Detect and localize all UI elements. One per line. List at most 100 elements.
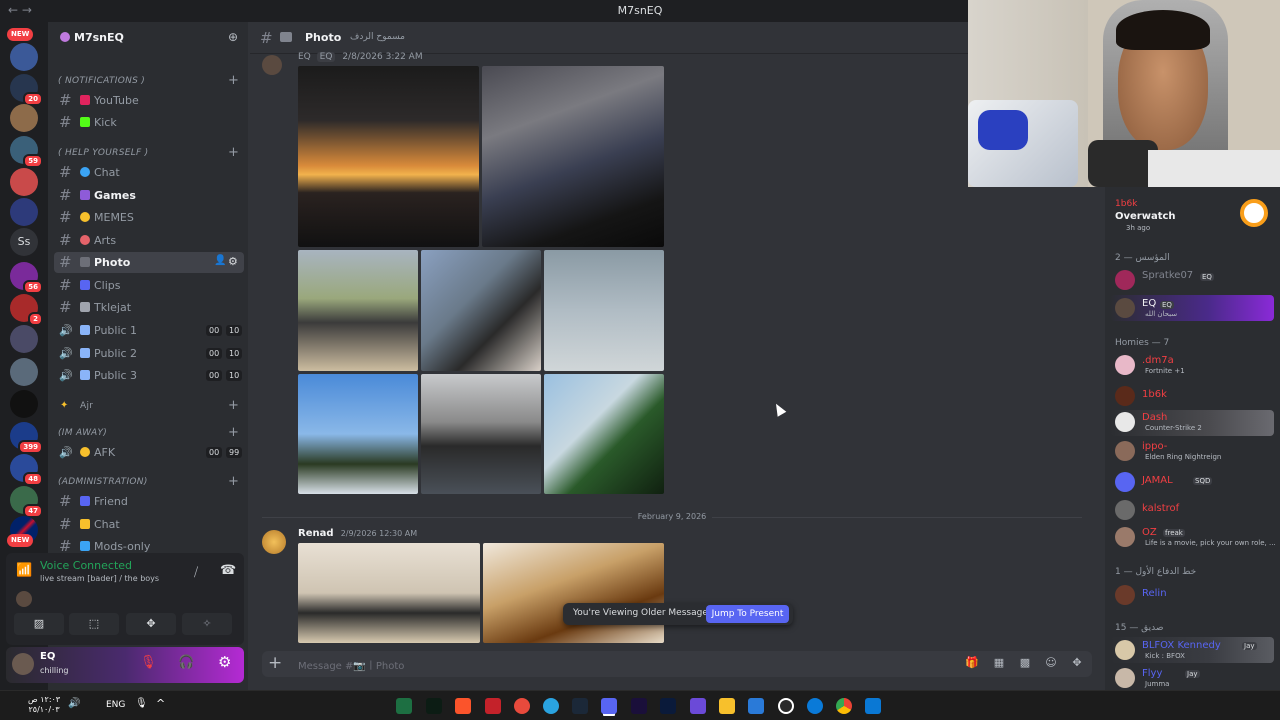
channel-public-1[interactable]: 🔊 Public 1 00 10 — [54, 320, 244, 341]
plus-icon[interactable]: + — [228, 73, 239, 88]
server-icon[interactable]: 59 — [10, 136, 43, 168]
server-icon[interactable] — [10, 43, 38, 71]
server-icon[interactable] — [10, 325, 38, 353]
steam-icon[interactable] — [572, 698, 588, 714]
member[interactable]: Relin — [1115, 585, 1275, 609]
server-icon[interactable] — [10, 104, 38, 132]
mic-icon[interactable]: 🎙 — [135, 698, 148, 709]
channel-admin-chat[interactable]: # Chat — [54, 514, 244, 535]
soundboard-button[interactable]: ✧ — [182, 613, 232, 635]
server-icon[interactable]: 47 — [10, 486, 43, 518]
category-away[interactable]: (IM AWAY) — [58, 428, 107, 438]
channel-kick[interactable]: # Kick — [54, 112, 244, 133]
channel-topic[interactable]: مسموح الردف — [350, 32, 405, 42]
add-member-icon[interactable]: 👤 — [214, 255, 226, 266]
adobe-icon[interactable] — [485, 698, 501, 714]
channel-memes[interactable]: # MEMES — [54, 207, 244, 228]
clock[interactable]: ١٢:٠٣ ص ٢٥/١٠/٠٣ — [28, 695, 60, 715]
plus-icon[interactable]: + — [228, 425, 239, 440]
camera-button[interactable]: ▨ — [14, 613, 64, 635]
plus-icon[interactable]: + — [228, 474, 239, 489]
app-icon[interactable] — [514, 698, 530, 714]
headset-off-icon[interactable]: 🎧 — [178, 655, 194, 670]
avatar[interactable] — [12, 653, 34, 675]
sticker-icon[interactable]: ▩ — [1018, 656, 1032, 670]
jump-to-present-button[interactable]: Jump To Present — [706, 605, 789, 623]
photo-sculpture[interactable] — [421, 374, 541, 494]
plus-icon[interactable]: + — [228, 145, 239, 160]
member[interactable]: BLFOX Kennedy Jay Kick : BFOX — [1115, 640, 1275, 664]
member[interactable]: Dash Counter-Strike 2 — [1115, 412, 1275, 436]
photo-palm-leaves[interactable] — [544, 374, 664, 494]
avatar[interactable] — [16, 591, 32, 607]
emoji-icon[interactable]: ☺ — [1044, 656, 1058, 670]
channel-mods-only[interactable]: # Mods-only — [54, 536, 244, 552]
category-notifications[interactable]: ( NOTIFICATIONS ) — [58, 76, 145, 86]
photo-tea-glass[interactable] — [483, 543, 664, 643]
gif-icon[interactable]: ▦ — [992, 656, 1006, 670]
disconnect-icon[interactable]: ☎ — [220, 563, 236, 578]
member[interactable]: 1b6k — [1115, 386, 1275, 410]
server-icon[interactable] — [10, 198, 38, 226]
plus-icon[interactable]: + — [268, 653, 282, 673]
member[interactable]: Spratke07 EQ — [1115, 270, 1275, 294]
voice-channel-label[interactable]: live stream [bader] / the boys — [40, 574, 159, 583]
activity-card[interactable]: 1b6k Overwatch 3h ago — [1108, 193, 1276, 235]
activities-button[interactable]: ✥ — [126, 613, 176, 635]
plus-icon[interactable]: + — [228, 398, 239, 413]
gear-icon[interactable]: ⚙ — [218, 653, 231, 671]
terminal-icon[interactable] — [426, 698, 442, 714]
channel-games[interactable]: # Games — [54, 185, 244, 206]
file-explorer-icon[interactable] — [719, 698, 735, 714]
photo-palm-tree[interactable] — [298, 374, 418, 494]
channel-youtube[interactable]: # YouTube — [54, 90, 244, 111]
avatar[interactable] — [262, 55, 282, 75]
chrome-icon[interactable] — [836, 698, 852, 714]
member[interactable]: ippo- Elden Ring Nightreign — [1115, 441, 1275, 465]
screen-share-button[interactable]: ⬚ — [69, 613, 119, 635]
app-icon[interactable] — [690, 698, 706, 714]
mic-off-icon[interactable]: 🎙 — [140, 655, 157, 670]
member[interactable]: JAMAL SQD — [1115, 472, 1275, 496]
channel-tklejat[interactable]: # Tklejat — [54, 297, 244, 318]
author-name[interactable]: Renad — [298, 528, 334, 539]
server-header[interactable]: M7snEQ ⊕ — [56, 30, 242, 46]
photo-phone-table[interactable] — [298, 543, 480, 643]
apps-icon[interactable]: ✥ — [1070, 656, 1084, 670]
photo-bridge-sky[interactable] — [544, 250, 664, 371]
store-icon[interactable] — [748, 698, 764, 714]
premiere-icon[interactable] — [631, 698, 647, 714]
channel-afk[interactable]: 🔊 AFK 00 99 — [54, 442, 244, 463]
server-text-icon[interactable]: Ss — [10, 228, 38, 256]
server-icon[interactable]: 2 — [10, 294, 43, 326]
channel-clips[interactable]: # Clips — [54, 275, 244, 296]
channel-public-3[interactable]: 🔊 Public 3 00 10 — [54, 365, 244, 386]
volume-icon[interactable]: 🔊 — [68, 698, 80, 709]
message-input[interactable]: Message #📷丨Photo — [298, 657, 404, 672]
member[interactable]: kalstrof — [1115, 500, 1275, 524]
message-composer[interactable]: + Message #📷丨Photo 🎁 ▦ ▩ ☺ ✥ — [262, 651, 1092, 677]
channel-photo[interactable]: # Photo 👤 ⚙ — [54, 252, 244, 273]
add-member-icon[interactable]: ⊕ — [228, 30, 238, 44]
server-icon[interactable]: 48 — [10, 454, 43, 486]
telegram-icon[interactable] — [543, 698, 559, 714]
noise-suppression-icon[interactable]: ⧸ — [194, 565, 198, 580]
channel-friend[interactable]: # Friend — [54, 491, 244, 512]
member[interactable]: OZ freak Life is a movie, pick your own ro… — [1115, 527, 1276, 551]
gift-icon[interactable]: 🎁 — [965, 656, 979, 670]
photo-mirror-dusk[interactable] — [482, 66, 664, 247]
photo-car-window[interactable] — [421, 250, 541, 371]
username[interactable]: EQ — [40, 651, 55, 662]
channel-chat[interactable]: # Chat — [54, 162, 244, 183]
avatar[interactable] — [262, 530, 286, 554]
photoshop-icon[interactable] — [660, 698, 676, 714]
category-help[interactable]: ( HELP YOURSELF ) — [58, 148, 148, 158]
photo-mirror-sunset[interactable] — [298, 66, 479, 247]
photo-desert-mirror[interactable] — [298, 250, 418, 371]
member[interactable]: EQ EQ سبحان الله — [1115, 298, 1275, 322]
windows-icon[interactable] — [865, 698, 881, 714]
server-icon[interactable]: 20 — [10, 74, 43, 106]
language-indicator[interactable]: ENG — [106, 700, 125, 710]
server-icon[interactable] — [10, 358, 38, 386]
app-icon[interactable] — [778, 698, 794, 714]
